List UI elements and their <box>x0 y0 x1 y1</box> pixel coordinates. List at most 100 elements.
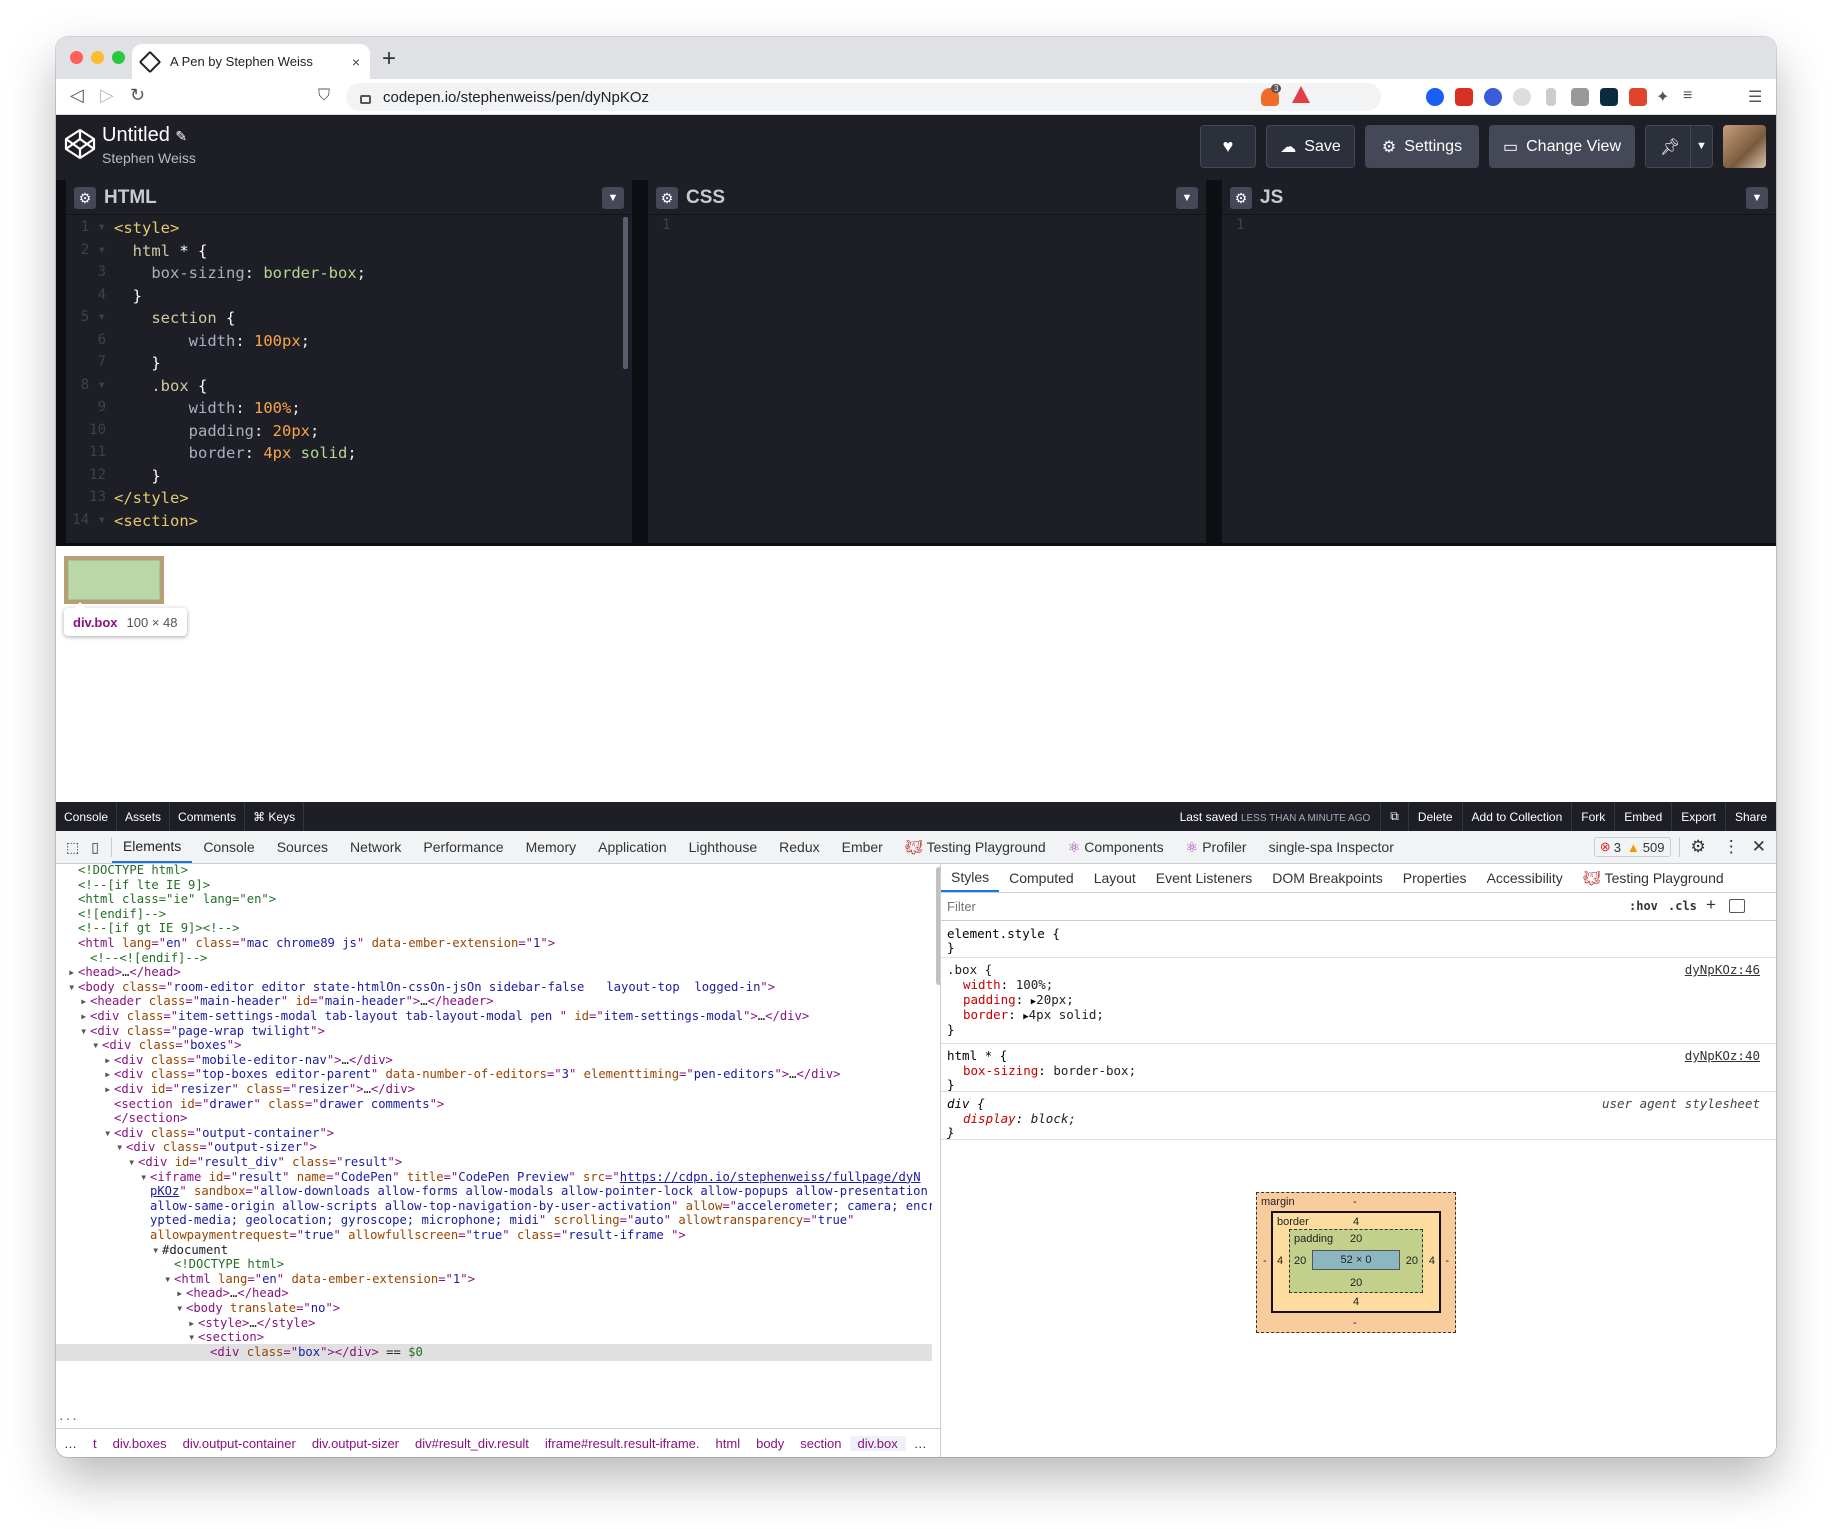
browser-menu-icon[interactable]: ☰ <box>1748 87 1762 107</box>
media-control-icon[interactable]: ≡ <box>1683 87 1692 105</box>
breadcrumb-item[interactable]: html <box>708 1436 749 1451</box>
footer-keys-button[interactable]: ⌘ Keys <box>245 802 305 831</box>
devtools-tab-lighthouse[interactable]: Lighthouse <box>678 831 769 863</box>
code-line[interactable]: </style> <box>114 487 189 509</box>
devtools-settings-gear-icon[interactable]: ⚙ <box>1678 837 1717 857</box>
code-line[interactable]: border: 4px solid; <box>114 442 357 464</box>
style-prop-width[interactable]: width: 100%; <box>963 977 1053 992</box>
pin-button[interactable]: 📌︎ ▼ <box>1645 125 1713 168</box>
breadcrumb-item[interactable]: div.box <box>849 1435 906 1451</box>
js-settings-gear-icon[interactable]: ⚙ <box>1230 187 1252 209</box>
code-line[interactable]: padding: 20px; <box>114 420 320 442</box>
footer-export-button[interactable]: Export <box>1671 802 1725 831</box>
preview-box[interactable] <box>64 556 164 604</box>
code-line[interactable]: width: 100%; <box>114 397 301 419</box>
devtools-tab-testing-playground[interactable]: 🐙︎ Testing Playground <box>894 831 1057 863</box>
devtools-tab-performance[interactable]: Performance <box>412 831 514 863</box>
footer-fork-button[interactable]: Fork <box>1571 802 1614 831</box>
editor-divider-2[interactable] <box>1206 180 1222 543</box>
new-style-rule-button[interactable]: + <box>1706 895 1716 915</box>
footer-comments-button[interactable]: Comments <box>170 802 246 831</box>
tab-close-icon[interactable]: × <box>352 54 360 70</box>
breadcrumb-item[interactable]: div.output-container <box>175 1436 304 1451</box>
devtools-tab-elements[interactable]: Elements <box>111 831 193 863</box>
rule-html-star[interactable]: html * { dyNpKOz:40 box-sizing: border-b… <box>941 1044 1776 1092</box>
box-model-margin[interactable]: margin - - - - border 4 4 4 4 padding 20… <box>1256 1192 1456 1333</box>
pen-title[interactable]: Untitled ✎ <box>102 124 187 147</box>
extension-4-icon[interactable] <box>1513 88 1531 106</box>
devtools-tab-network[interactable]: Network <box>339 831 412 863</box>
breadcrumb-item[interactable]: div.boxes <box>105 1436 175 1451</box>
forward-icon[interactable]: ▷ <box>100 85 114 106</box>
html-code-editor[interactable]: 1 ▾ 2 ▾ 3 4 5 ▾ 6 7 8 ▾ 9 10 11 12 13 14 ▾ <… <box>66 215 632 543</box>
breadcrumb-item[interactable]: … <box>906 1436 935 1451</box>
edit-pencil-icon[interactable]: ✎ <box>175 128 187 144</box>
breadcrumb-item[interactable]: section <box>792 1436 849 1451</box>
editor-divider-1[interactable] <box>632 180 648 543</box>
extensions-puzzle-icon[interactable]: ✦ <box>1656 87 1669 107</box>
code-line[interactable]: } <box>114 352 160 374</box>
style-prop-border[interactable]: border: ▶4px solid; <box>963 1007 1104 1022</box>
box-model-content[interactable]: 52 × 0 <box>1312 1250 1400 1270</box>
devtools-more-icon[interactable]: ⋮ <box>1717 831 1746 863</box>
bookmark-icon[interactable]: ⛉ <box>318 87 330 105</box>
breadcrumb-item[interactable]: div#result_div.result <box>407 1436 537 1451</box>
extension-6-icon[interactable] <box>1571 88 1589 106</box>
footer-delete-button[interactable]: Delete <box>1407 802 1462 831</box>
device-toolbar-icon[interactable]: ▯ <box>85 837 112 857</box>
style-prop-display[interactable]: display: block; <box>963 1111 1076 1126</box>
extension-1-icon[interactable] <box>1426 88 1444 106</box>
rule-source-link[interactable]: dyNpKOz:46 <box>1685 962 1760 977</box>
footer-console-button[interactable]: Console <box>56 802 118 831</box>
code-line[interactable]: } <box>114 465 160 487</box>
code-line[interactable]: box-sizing: border-box; <box>114 262 366 284</box>
devtools-tab-console[interactable]: Console <box>192 831 265 863</box>
box-model-border[interactable]: border 4 4 4 4 padding 20 20 20 20 52 × … <box>1271 1211 1441 1313</box>
avatar[interactable] <box>1723 125 1766 168</box>
minimize-window-button[interactable] <box>91 51 104 64</box>
rule-div-user-agent[interactable]: div { user agent stylesheet display: blo… <box>941 1092 1776 1140</box>
pen-author[interactable]: Stephen Weiss <box>102 150 196 166</box>
devtools-tab-ember[interactable]: Ember <box>831 831 894 863</box>
codepen-logo-icon[interactable] <box>64 128 96 160</box>
styles-tab-layout[interactable]: Layout <box>1084 864 1146 892</box>
footer-share-button[interactable]: Share <box>1724 802 1776 831</box>
devtools-tab-profiler[interactable]: ⚛ Profiler <box>1175 831 1258 863</box>
footer-embed-button[interactable]: Embed <box>1614 802 1671 831</box>
breadcrumb-item[interactable]: div.output-sizer <box>304 1436 407 1451</box>
editor-scrollbar[interactable] <box>623 217 628 369</box>
styles-tab-styles[interactable]: Styles <box>941 864 1000 892</box>
code-line[interactable]: } <box>114 285 142 307</box>
breadcrumb-item[interactable]: … <box>56 1436 85 1451</box>
code-line[interactable]: width: 100px; <box>114 330 310 352</box>
extension-3-icon[interactable] <box>1484 88 1502 106</box>
back-icon[interactable]: ◁ <box>70 85 84 106</box>
settings-button[interactable]: ⚙ Settings <box>1365 125 1479 168</box>
dom-ellipsis[interactable]: ... <box>56 1410 78 1423</box>
style-prop-padding[interactable]: padding: ▶20px; <box>963 992 1074 1007</box>
issues-counter[interactable]: ⊗ 3 ▲ 509 <box>1593 837 1671 857</box>
box-model-padding[interactable]: padding 20 20 20 20 52 × 0 <box>1289 1229 1423 1293</box>
hover-state-toggle[interactable]: :hov <box>1629 899 1658 913</box>
rule-source-link[interactable]: dyNpKOz:40 <box>1685 1048 1760 1063</box>
devtools-close-icon[interactable]: ✕ <box>1746 831 1776 863</box>
dom-node-selected[interactable]: <div class="box"></div> == $0 <box>56 1343 932 1361</box>
react-devtools-icon[interactable] <box>1600 88 1618 106</box>
breadcrumb-item[interactable]: body <box>748 1436 792 1451</box>
styles-tab-computed[interactable]: Computed <box>999 864 1084 892</box>
footer-assets-button[interactable]: Assets <box>117 802 171 831</box>
devtools-tab-components[interactable]: ⚛ Components <box>1057 831 1175 863</box>
footer-add-to-collection-button[interactable]: Add to Collection <box>1461 802 1572 831</box>
devtools-tab-single-spa[interactable]: single-spa Inspector <box>1258 831 1405 863</box>
change-view-button[interactable]: ▭ Change View <box>1489 125 1635 168</box>
code-line[interactable]: <section> <box>114 510 198 532</box>
devtools-tab-memory[interactable]: Memory <box>515 831 588 863</box>
extension-5-icon[interactable] <box>1546 88 1556 106</box>
html-pane-chevron-down-icon[interactable]: ▼ <box>602 187 624 209</box>
browser-tab[interactable]: A Pen by Stephen Weiss × <box>132 44 370 79</box>
reload-icon[interactable]: ↻ <box>130 85 145 106</box>
devtools-tab-redux[interactable]: Redux <box>768 831 830 863</box>
open-external-icon[interactable]: ⧉ <box>1380 802 1408 831</box>
save-button[interactable]: ☁ Save <box>1266 125 1355 168</box>
code-line[interactable]: html * { <box>114 240 208 262</box>
